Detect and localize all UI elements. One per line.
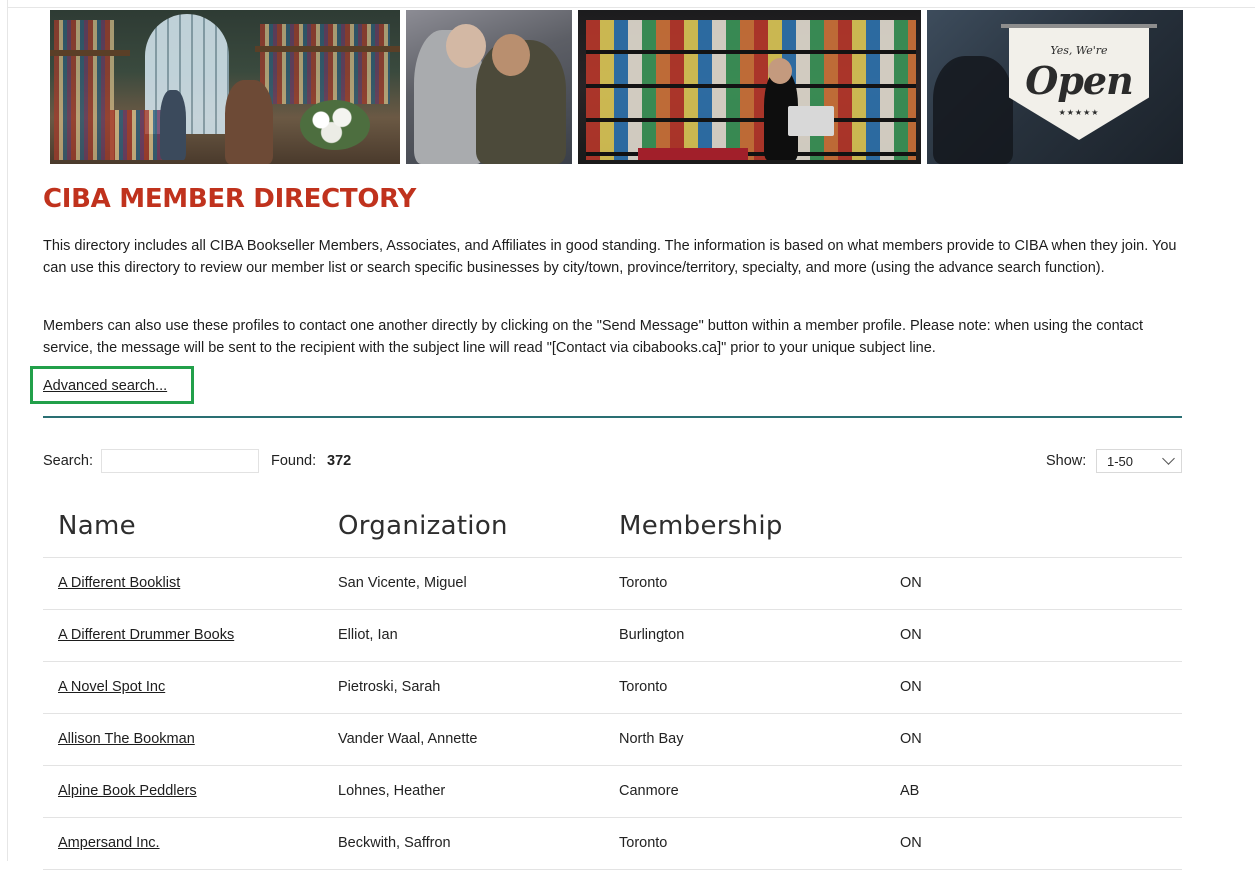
open-sign: Yes, We're Open ★★★★★	[1009, 28, 1149, 140]
table-header: Name Organization Membership	[43, 500, 1182, 558]
chevron-down-icon	[1162, 452, 1175, 465]
bookshop-wall-photo	[578, 10, 921, 164]
open-sign-big-text: Open	[1025, 58, 1133, 103]
member-city: Toronto	[619, 575, 668, 591]
member-name-link[interactable]: Alpine Book Peddlers	[58, 783, 197, 799]
people-hugging-photo	[406, 10, 572, 164]
table-row: A Different Drummer Books Elliot, Ian Bu…	[43, 610, 1182, 662]
member-city: Toronto	[619, 679, 668, 695]
found-count: 372	[327, 453, 352, 469]
member-province: ON	[900, 731, 922, 747]
column-header-name[interactable]: Name	[58, 511, 136, 541]
open-sign-small-text: Yes, We're	[1050, 44, 1108, 57]
member-contact: Pietroski, Sarah	[338, 679, 441, 695]
open-sign-photo: Yes, We're Open ★★★★★	[927, 10, 1183, 164]
member-city: Burlington	[619, 627, 685, 643]
member-contact: Vander Waal, Annette	[338, 731, 478, 747]
page-title: CIBA MEMBER DIRECTORY	[43, 184, 416, 214]
member-city: Canmore	[619, 783, 679, 799]
open-sign-stars: ★★★★★	[1058, 108, 1100, 117]
column-header-organization[interactable]: Organization	[338, 511, 508, 541]
column-header-membership[interactable]: Membership	[619, 511, 783, 541]
member-province: ON	[900, 627, 922, 643]
member-name-link[interactable]: A Different Booklist	[58, 575, 180, 591]
member-province: ON	[900, 575, 922, 591]
advanced-search-link[interactable]: Advanced search...	[43, 378, 167, 394]
member-city: North Bay	[619, 731, 684, 747]
table-row: A Different Booklist San Vicente, Miguel…	[43, 558, 1182, 610]
search-label: Search:	[43, 453, 93, 469]
contact-paragraph: Members can also use these profiles to c…	[43, 318, 1144, 356]
member-contact: Beckwith, Saffron	[338, 835, 451, 851]
page-frame-left	[7, 0, 8, 861]
member-province: AB	[900, 783, 920, 799]
member-province: ON	[900, 679, 922, 695]
member-contact: Lohnes, Heather	[338, 783, 446, 799]
show-select[interactable]: 1-50	[1096, 449, 1182, 473]
table-row: Allison The Bookman Vander Waal, Annette…	[43, 714, 1182, 766]
member-name-link[interactable]: Ampersand Inc.	[58, 835, 160, 851]
table-row: Ampersand Inc. Beckwith, Saffron Toronto…	[43, 818, 1182, 870]
member-name-link[interactable]: Allison The Bookman	[58, 731, 195, 747]
member-province: ON	[900, 835, 922, 851]
show-select-value: 1-50	[1107, 453, 1134, 469]
page-frame-top	[7, 7, 1255, 8]
search-input[interactable]	[101, 449, 259, 473]
member-name-link[interactable]: A Different Drummer Books	[58, 627, 234, 643]
table-row: Alpine Book Peddlers Lohnes, Heather Can…	[43, 766, 1182, 818]
member-city: Toronto	[619, 835, 668, 851]
found-label: Found:	[271, 453, 317, 469]
member-contact: Elliot, Ian	[338, 627, 398, 643]
header-banner: Yes, We're Open ★★★★★	[50, 10, 1185, 164]
table-row: A Novel Spot Inc Pietroski, Sarah Toront…	[43, 662, 1182, 714]
intro-paragraph: This directory includes all CIBA Booksel…	[43, 238, 1177, 276]
member-table: Name Organization Membership A Different…	[43, 500, 1182, 870]
section-divider	[43, 416, 1182, 418]
member-contact: San Vicente, Miguel	[338, 575, 467, 591]
member-name-link[interactable]: A Novel Spot Inc	[58, 679, 165, 695]
show-label: Show:	[1046, 453, 1087, 469]
bookstore-interior-photo	[50, 10, 400, 164]
